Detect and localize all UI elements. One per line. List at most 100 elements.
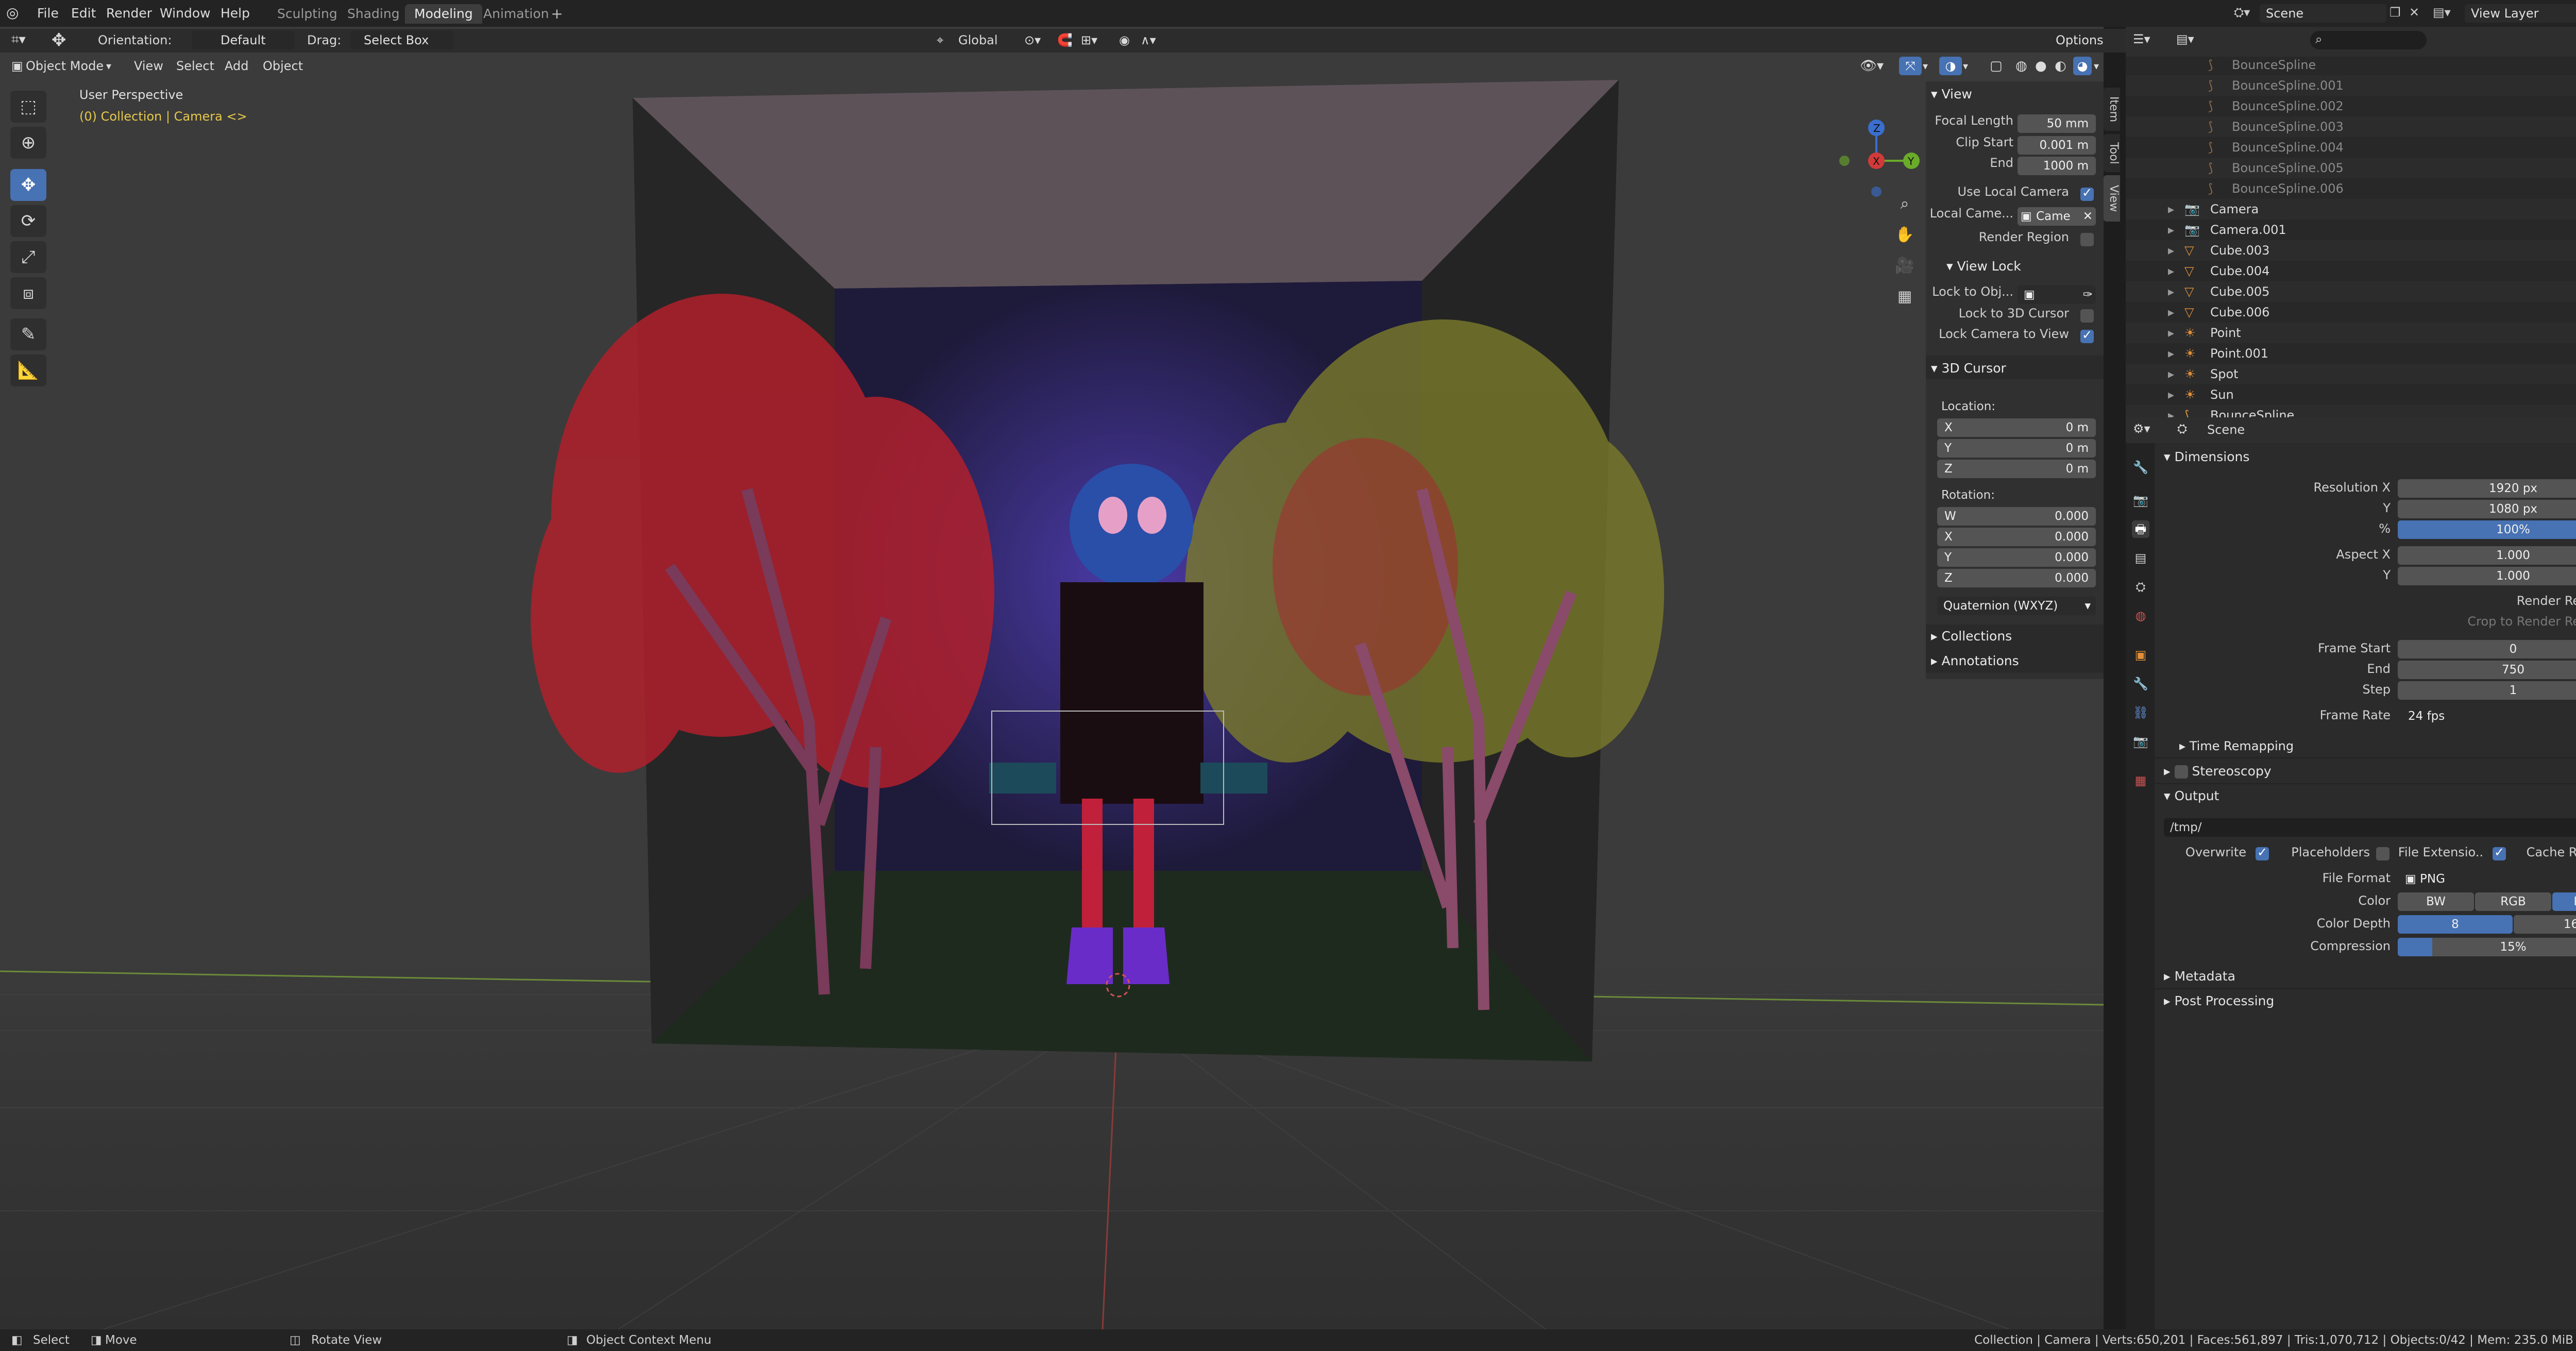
render-tab-icon[interactable]: 📷 <box>2132 492 2149 509</box>
frame-start-field[interactable]: 0 <box>2398 640 2576 658</box>
cursor-location-z[interactable]: Z 0 m <box>1937 460 2096 478</box>
local-camera-field[interactable]: ▣ Came ✕ <box>2018 207 2096 226</box>
copy-scene-icon[interactable]: ❐ <box>2389 5 2401 20</box>
annotations-section-header[interactable]: ▸ Annotations <box>1931 653 2019 668</box>
add-workspace-button[interactable]: + <box>549 6 565 22</box>
object-mode-dropdown[interactable]: Object Mode <box>20 55 110 77</box>
menu-select[interactable]: Select <box>170 55 221 77</box>
outliner-row[interactable]: ⟆ BounceSpline.006 <box>2126 178 2576 199</box>
frame-end-field[interactable]: 750 <box>2398 661 2576 679</box>
dimensions-section-header[interactable]: ▾ Dimensions <box>2164 449 2249 464</box>
object-tab-icon[interactable]: ▣ <box>2132 646 2149 664</box>
color-depth-option-16[interactable]: 16 <box>2514 915 2576 934</box>
3d-cursor-section-header[interactable]: ▾ 3D Cursor <box>1931 361 2006 376</box>
scene-selector[interactable]: Scene <box>2260 4 2386 23</box>
visibility-icon[interactable]: 👁▾ <box>1860 55 1884 77</box>
zoom-icon[interactable]: ⌕ <box>1889 188 1921 219</box>
menu-help[interactable]: Help <box>221 4 250 23</box>
cursor-rotation-x[interactable]: X 0.000 <box>1937 528 2096 546</box>
view-lock-header[interactable]: ▾ View Lock <box>1946 259 2021 274</box>
outliner-row[interactable]: ▽▸Cube.006👁 <box>2126 302 2576 323</box>
gizmo-dropdown-icon[interactable]: ▾ <box>1923 55 1928 77</box>
move-tool-icon[interactable]: ✥ <box>52 30 66 50</box>
menu-window[interactable]: Window <box>160 4 211 23</box>
stereoscopy-checkbox[interactable] <box>2174 765 2188 779</box>
material-shading-icon[interactable]: ◐ <box>2055 55 2066 77</box>
expand-arrow-icon[interactable]: ▸ <box>2168 199 2174 219</box>
overlays-icon[interactable]: ◑ <box>1939 57 1962 75</box>
tab-animation[interactable]: Animation <box>474 4 558 24</box>
cursor-location-y[interactable]: Y 0 m <box>1937 439 2096 458</box>
tool-tab-icon[interactable]: 🔧 <box>2132 459 2149 476</box>
eyedropper-icon[interactable]: ✑ <box>2083 285 2093 304</box>
resolution-percent-slider[interactable]: 100% <box>2398 520 2576 539</box>
pan-hand-icon[interactable]: ✋ <box>1889 218 1921 250</box>
cursor-rotation-y[interactable]: Y 0.000 <box>1937 548 2096 567</box>
solid-shading-icon[interactable]: ● <box>2035 55 2047 77</box>
output-path-field[interactable]: /tmp/ <box>2164 818 2576 837</box>
texture-tab-icon[interactable]: ▦ <box>2132 772 2149 789</box>
cursor-rotation-z[interactable]: Z 0.000 <box>1937 569 2096 587</box>
overwrite-checkbox[interactable] <box>2256 845 2269 860</box>
resolution-x-field[interactable]: 1920 px <box>2398 479 2576 498</box>
tab-shading[interactable]: Shading <box>338 4 409 24</box>
constraint-tab-icon[interactable]: ⛓ <box>2132 704 2149 721</box>
display-mode-icon[interactable]: ▤▾ <box>2176 32 2194 46</box>
time-remapping-section-header[interactable]: ▸ Time Remapping <box>2179 739 2294 753</box>
outliner-row[interactable]: ⟆ BounceSpline.001 <box>2126 75 2576 96</box>
expand-arrow-icon[interactable]: ▸ <box>2168 364 2174 384</box>
scene-type-icon[interactable]: ⛭▾ <box>2234 5 2250 20</box>
measure-tool[interactable]: 📐 <box>10 354 46 386</box>
outliner-row[interactable]: ⟆ BounceSpline.005 <box>2126 158 2576 178</box>
resolution-y-field[interactable]: 1080 px <box>2398 500 2576 518</box>
outliner-row[interactable]: ☀▸Point.001👁 <box>2126 343 2576 364</box>
expand-arrow-icon[interactable]: ▸ <box>2168 261 2174 281</box>
scale-tool[interactable]: ⤢ <box>10 241 46 273</box>
editor-type-icon[interactable]: ⚙▾ <box>2133 421 2150 436</box>
color-mode-option-rgb[interactable]: RGB <box>2475 892 2551 911</box>
world-tab-icon[interactable]: ◍ <box>2132 607 2149 624</box>
menu-file[interactable]: File <box>37 4 59 23</box>
outliner-row[interactable]: ▽▸Cube.005👁 <box>2126 281 2576 302</box>
outliner-row[interactable]: 📷▸Camera.001👁 <box>2126 219 2576 240</box>
axis-gizmo[interactable]: Z X Y <box>1834 94 1922 197</box>
expand-arrow-icon[interactable]: ▸ <box>2168 240 2174 261</box>
lock-to-3d-cursor-checkbox[interactable] <box>2080 309 2094 323</box>
outliner-row[interactable]: ▽▸Cube.004👁 <box>2126 261 2576 281</box>
file-extensions-checkbox[interactable] <box>2493 845 2506 860</box>
focal-length-field[interactable]: 50 mm <box>2018 114 2096 133</box>
render-region-checkbox[interactable] <box>2080 233 2094 246</box>
annotate-tool[interactable]: ✎ <box>10 318 46 350</box>
rotation-mode-dropdown[interactable]: Quaternion (WXYZ) ▾ <box>1937 597 2096 615</box>
orientation-dropdown[interactable]: Default <box>192 31 295 49</box>
editor-type-icon[interactable]: ☰▾ <box>2133 32 2150 46</box>
blender-logo-icon[interactable]: ◎ <box>6 5 22 21</box>
wireframe-shading-icon[interactable]: ◍ <box>2015 55 2027 77</box>
outliner-row[interactable]: ⟆ BounceSpline <box>2126 55 2576 75</box>
options-dropdown[interactable]: Options <box>2049 31 2104 49</box>
expand-arrow-icon[interactable]: ▸ <box>2168 323 2174 343</box>
file-format-dropdown[interactable]: ▣ PNG▾ <box>2398 870 2576 888</box>
output-section-header[interactable]: ▾ Output <box>2164 788 2219 803</box>
clear-icon[interactable]: ✕ <box>2083 207 2093 226</box>
color-mode-option-bw[interactable]: BW <box>2398 892 2474 911</box>
outliner-row[interactable]: ⟆ BounceSpline.002 <box>2126 96 2576 116</box>
overlays-dropdown-icon[interactable]: ▾ <box>1963 55 1968 77</box>
sidebar-tab-item[interactable]: Item <box>2104 88 2120 131</box>
clip-start-field[interactable]: 0.001 m <box>2018 136 2096 155</box>
outliner-row[interactable]: ⟆ BounceSpline.004 <box>2126 137 2576 158</box>
outliner-search[interactable]: ⌕ <box>2310 31 2427 49</box>
color-mode-option-rgba[interactable]: RGBA <box>2552 892 2576 911</box>
menu-view[interactable]: View <box>128 55 170 77</box>
scene-tab-icon[interactable]: ⛭ <box>2132 578 2149 596</box>
expand-arrow-icon[interactable]: ▸ <box>2168 302 2174 323</box>
editor-type-icon[interactable]: ⌗▾ <box>11 32 26 48</box>
tab-modeling[interactable]: Modeling <box>405 4 482 24</box>
outliner-row[interactable]: ☀▸Sun👁 <box>2126 384 2576 405</box>
menu-render[interactable]: Render <box>106 4 152 23</box>
clip-end-field[interactable]: 1000 m <box>2018 157 2096 175</box>
collections-section-header[interactable]: ▸ Collections <box>1931 629 2012 644</box>
expand-arrow-icon[interactable]: ▸ <box>2168 405 2174 417</box>
metadata-section-header[interactable]: ▸ Metadata <box>2164 969 2235 984</box>
color-depth-option-8[interactable]: 8 <box>2398 915 2513 934</box>
